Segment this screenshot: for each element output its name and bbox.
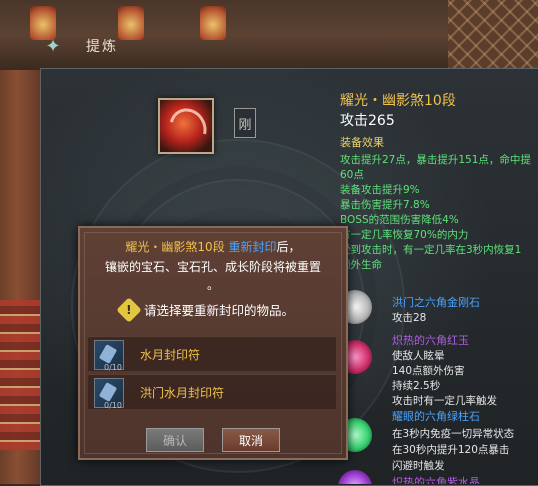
- seal-option-water-moon[interactable]: 0/10 水月封印符: [88, 336, 336, 372]
- refine-emblem-icon: ✦: [45, 35, 61, 57]
- reseal-dialog: 耀光・幽影煞10段 重新封印后， 镶嵌的宝石、宝石孔、成长阶段将被重置 。 ! …: [78, 226, 348, 460]
- window-lattice: [448, 0, 538, 70]
- tooltip-effect-line: 装备攻击提升9%: [340, 184, 420, 196]
- gem-desc: 攻击28: [392, 312, 427, 324]
- dialog-message-line2: 镶嵌的宝石、宝石孔、成长阶段将被重置: [104, 260, 321, 274]
- item-tooltip: 耀光・幽影煞10段 攻击265 装备效果 攻击提升27点，暴击提升151点，命中…: [330, 78, 538, 484]
- tooltip-attack: 攻击265: [340, 113, 395, 129]
- gem-title: 洪门之六角金刚石: [392, 296, 480, 309]
- tooltip-effect-line: 受到攻击时，有一定几率在3秒内恢复1: [340, 244, 522, 256]
- cancel-button[interactable]: 取消: [222, 428, 280, 452]
- gem-desc: 闪避时触发: [392, 460, 445, 472]
- gem-title: 耀眼的六角绿柱石: [392, 410, 480, 423]
- weapon-icon: [162, 101, 214, 155]
- tooltip-item-name: 耀光・幽影煞10段: [340, 93, 456, 109]
- tooltip-effects-header: 装备效果: [340, 136, 384, 149]
- dialog-hint-text: 请选择要重新封印的物品。: [144, 303, 295, 318]
- seal-slot-button[interactable]: 刚: [234, 108, 256, 138]
- dialog-item-name: 耀光・幽影煞10段: [125, 240, 225, 254]
- gem-desc: 攻击时有一定几率触发: [392, 395, 497, 407]
- dialog-message-line3: 。: [206, 278, 219, 292]
- dialog-action: 重新封印: [228, 240, 277, 254]
- window-title-bar[interactable]: ✦ 提炼: [36, 32, 236, 60]
- hanging-rug: [0, 300, 44, 450]
- option-count: 0/10: [104, 363, 122, 372]
- gem-title: 炽热的六角紫水晶: [392, 476, 480, 484]
- warning-icon: !: [116, 296, 142, 323]
- option-label: 洪门水月封印符: [140, 386, 225, 400]
- tooltip-effect-line: 60点: [340, 169, 364, 181]
- seal-glyph: 刚: [238, 117, 252, 133]
- gem-desc: 在3秒内免疫一切异常状态: [392, 428, 515, 440]
- confirm-button[interactable]: 确认: [146, 428, 204, 452]
- gem-desc: 使敌人眩晕: [392, 350, 445, 362]
- tooltip-effect-line: 暴击伤害提升7.8%: [340, 199, 430, 211]
- gem-desc: 在30秒内提升120点暴击: [392, 444, 510, 456]
- amethyst-gem-icon: [338, 470, 372, 484]
- dialog-msg-after: 后，: [276, 240, 301, 254]
- option-count: 0/10: [104, 401, 122, 410]
- gem-desc: 140点额外伤害: [392, 365, 465, 377]
- option-label: 水月封印符: [140, 348, 201, 362]
- weapon-item-slot[interactable]: [158, 98, 214, 155]
- window-title: 提炼: [86, 39, 118, 55]
- tooltip-effect-line: 有一定几率恢复70%的内力: [340, 229, 469, 241]
- dialog-message-line1: 耀光・幽影煞10段 重新封印后，: [80, 238, 346, 255]
- tooltip-effect-line: BOSS的范围伤害降低4%: [340, 214, 459, 226]
- gem-title: 炽热的六角红玉: [392, 334, 469, 347]
- dialog-hint: ! 请选择要重新封印的物品。: [116, 296, 295, 323]
- gem-desc: 持续2.5秒: [392, 380, 441, 392]
- tooltip-effect-line: 攻击提升27点，暴击提升151点，命中提: [340, 154, 531, 166]
- seal-option-hongmen-water-moon[interactable]: 0/10 洪门水月封印符: [88, 374, 336, 410]
